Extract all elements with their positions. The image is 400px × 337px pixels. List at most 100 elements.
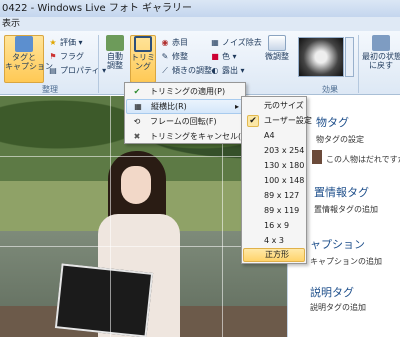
crop-button[interactable]: トリミ ング <box>130 35 156 83</box>
effects-gallery-scroll[interactable] <box>345 37 354 77</box>
straighten-button[interactable]: ⟋ 傾きの調整 <box>160 65 212 77</box>
menu-item-label: 130 x 180 <box>264 161 305 170</box>
menubar: 表示 <box>0 17 400 31</box>
geotag-add-link[interactable]: 置情報タグの追加 <box>314 204 378 215</box>
menu-item-rotate-frame[interactable]: ⟲ フレームの回転(F) <box>126 114 244 129</box>
rating-label: 評価 <box>60 38 76 47</box>
slider-icon <box>268 35 286 51</box>
menu-item-label: 4 x 3 <box>264 236 284 245</box>
crop-dropdown-menu: ✔ トリミングの適用(P) ▦ 縦横比(R) ▸ ⟲ フレームの回転(F) ✖ トリミング… <box>124 82 250 144</box>
photo-chalkboard <box>54 263 154 337</box>
aspect-4x3[interactable]: 4 x 3 <box>243 234 305 248</box>
menu-item-label: トリミングをキャンセル(C) <box>150 132 250 141</box>
noise-button[interactable]: ▦ ノイズ除去 <box>210 37 262 49</box>
menu-item-label: 89 x 127 <box>264 191 300 200</box>
menu-item-label: トリミングの適用(P) <box>150 87 226 96</box>
auto-adjust-button[interactable]: 自動 調整 <box>102 35 128 83</box>
menu-item-label: 正方形 <box>265 250 289 259</box>
rating-button[interactable]: ★ 評価 ▾ <box>48 37 82 49</box>
menu-item-apply-crop[interactable]: ✔ トリミングの適用(P) <box>126 84 244 99</box>
people-tag-add-link[interactable]: 物タグの設定 <box>316 134 364 145</box>
retouch-label: 修整 <box>172 52 188 61</box>
fine-tune-label: 微調整 <box>265 52 289 61</box>
aspect-89x127[interactable]: 89 x 127 <box>243 189 305 203</box>
menu-item-label: 縦横比(R) <box>151 102 187 111</box>
exposure-button[interactable]: ◐ 露出 ▾ <box>210 65 245 77</box>
aspect-ratio-submenu: 元のサイズ ✔ ユーザー設定 A4 203 x 254 130 x 180 100… <box>241 96 312 264</box>
red-eye-label: 赤目 <box>172 38 188 47</box>
window-title: 0422 - Windows Live フォト ギャラリー <box>0 0 400 17</box>
flag-icon: ⚑ <box>49 52 57 61</box>
color-button[interactable]: ■ 色 ▾ <box>210 51 236 63</box>
ribbon-separator <box>98 35 99 93</box>
aspect-130x180[interactable]: 130 x 180 <box>243 159 305 173</box>
person-thumb <box>312 150 322 164</box>
menu-item-label: ユーザー設定 <box>264 116 312 125</box>
flag-label: フラグ <box>60 52 84 61</box>
revert-icon <box>372 35 390 51</box>
menu-item-label: 元のサイズ <box>264 101 304 110</box>
aspect-ratio-icon: ▦ <box>134 102 142 111</box>
menu-item-aspect-ratio[interactable]: ▦ 縦横比(R) ▸ <box>126 99 244 114</box>
exposure-label: 露出 <box>222 66 238 75</box>
menu-item-label: 16 x 9 <box>264 221 290 230</box>
aspect-square[interactable]: 正方形 <box>243 248 305 262</box>
menu-item-label: 203 x 254 <box>264 146 305 155</box>
menu-item-label: フレームの回転(F) <box>150 117 217 126</box>
description-heading: 説明タグ <box>310 286 354 299</box>
properties-label: プロパティ <box>60 66 100 75</box>
color-label: 色 <box>222 52 230 61</box>
submenu-arrow-icon: ▸ <box>234 102 239 111</box>
caption-heading: ャプション <box>310 238 365 251</box>
eye-icon: ◉ <box>161 38 169 47</box>
noise-icon: ▦ <box>211 38 219 47</box>
aspect-custom[interactable]: ✔ ユーザー設定 <box>243 114 312 128</box>
tag-icon <box>15 36 33 52</box>
menu-view[interactable]: 表示 <box>2 19 20 29</box>
tag-caption-label: タグと キャプション <box>5 53 53 71</box>
straighten-label: 傾きの調整 <box>172 66 212 75</box>
group-label-effects: 効果 <box>322 85 338 94</box>
straighten-icon: ⟋ <box>162 66 168 75</box>
retouch-button[interactable]: ✎ 修整 <box>160 51 188 63</box>
group-label-organize: 整理 <box>42 85 58 94</box>
ribbon-separator <box>358 35 359 93</box>
effects-gallery-thumb[interactable] <box>298 37 344 77</box>
flag-button[interactable]: ⚑ フラグ <box>48 51 84 63</box>
caption-add-link[interactable]: キャプションの追加 <box>310 256 382 267</box>
aspect-100x148[interactable]: 100 x 148 <box>243 174 305 188</box>
auto-adjust-icon <box>106 35 124 51</box>
checkmark-icon: ✔ <box>247 115 259 127</box>
fine-tune-button[interactable]: 微調整 <box>262 35 292 83</box>
menu-item-label: 89 x 119 <box>264 206 300 215</box>
tag-caption-button[interactable]: タグと キャプション <box>4 35 53 83</box>
auto-adjust-label: 自動 調整 <box>107 52 123 70</box>
menu-item-label: 100 x 148 <box>264 176 305 185</box>
person-unknown-link[interactable]: この人物はだれですか? <box>326 154 400 165</box>
revert-label: 最初の状態 に戻す <box>362 52 400 70</box>
properties-icon: ▤ <box>49 66 57 75</box>
red-eye-button[interactable]: ◉ 赤目 <box>160 37 189 49</box>
geotag-heading: 置情報タグ <box>314 186 369 199</box>
cancel-icon: ✖ <box>133 132 141 141</box>
star-icon: ★ <box>49 38 57 47</box>
brush-icon: ✎ <box>161 52 169 61</box>
noise-label: ノイズ除去 <box>222 38 262 47</box>
aspect-16x9[interactable]: 16 x 9 <box>243 219 305 233</box>
exposure-icon: ◐ <box>211 66 219 75</box>
people-tag-heading: 物タグ <box>316 116 349 129</box>
crop-gridline <box>110 96 111 337</box>
aspect-89x119[interactable]: 89 x 119 <box>243 204 305 218</box>
revert-button[interactable]: 最初の状態 に戻す <box>362 35 400 83</box>
photo-subject-face <box>121 166 151 204</box>
crop-icon <box>134 36 152 52</box>
aspect-a4[interactable]: A4 <box>243 129 305 143</box>
crop-label: トリミ ング <box>131 53 155 71</box>
aspect-original[interactable]: 元のサイズ <box>243 99 305 113</box>
menu-item-cancel-crop[interactable]: ✖ トリミングをキャンセル(C) <box>126 129 250 144</box>
color-icon: ■ <box>211 52 219 61</box>
aspect-203x254[interactable]: 203 x 254 <box>243 144 305 158</box>
menu-item-label: A4 <box>264 131 275 140</box>
rotate-icon: ⟲ <box>133 117 141 126</box>
description-add-link[interactable]: 説明タグの追加 <box>310 302 366 313</box>
